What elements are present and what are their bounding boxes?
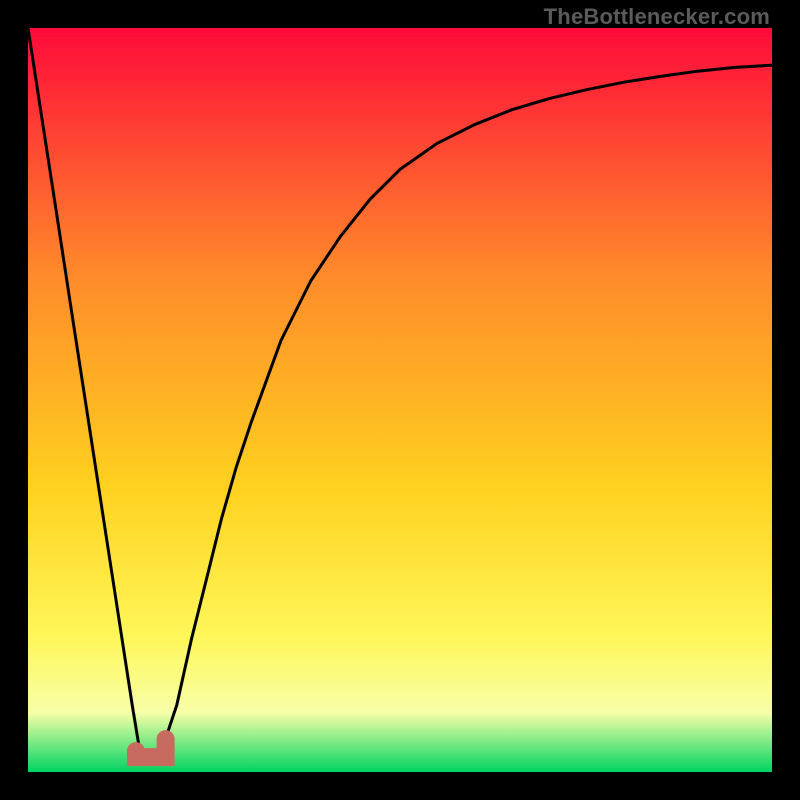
watermark-text: TheBottlenecker.com <box>544 4 770 30</box>
severity-gradient <box>28 28 772 772</box>
bottleneck-plot <box>28 28 772 772</box>
plot-frame <box>28 28 772 772</box>
